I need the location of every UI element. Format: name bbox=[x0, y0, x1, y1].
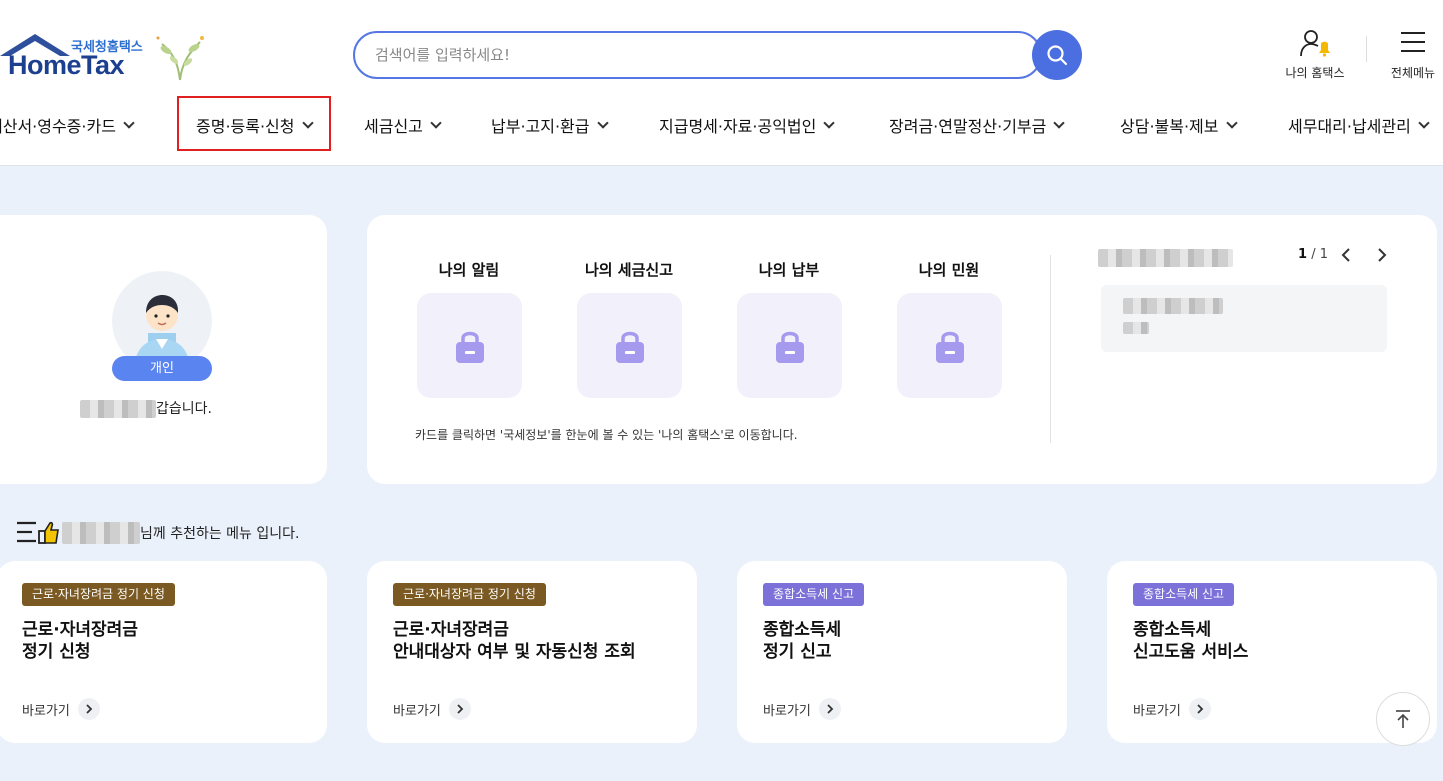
user-bell-icon bbox=[1300, 30, 1330, 57]
goto-label: 바로가기 bbox=[763, 703, 811, 719]
menu-card-incentive-apply[interactable]: 근로·자녀장려금 정기 신청 근로·자녀장려금 정기 신청 바로가기 bbox=[0, 561, 327, 743]
my-hometax-button[interactable]: 나의 홈택스 bbox=[1280, 28, 1350, 81]
nav-item-consult[interactable]: 상담·불복·제보 bbox=[1120, 100, 1238, 150]
chevron-down-icon bbox=[430, 116, 442, 129]
menu-title: 근로·자녀장려금 안내대상자 여부 및 자동신청 조회 bbox=[393, 620, 636, 662]
my-hometax-label: 나의 홈택스 bbox=[1285, 66, 1345, 80]
goto-link[interactable]: 바로가기 bbox=[393, 698, 471, 720]
menu-thumbs-up-icon bbox=[17, 521, 59, 544]
blurred-message-line bbox=[1123, 322, 1149, 334]
header: 국세청홈택스 HomeTax 나의 홈택스 전체메뉴 계산서·영수증·카드 증명… bbox=[0, 0, 1443, 166]
tile-label-tax-report: 나의 세금신고 bbox=[584, 261, 674, 279]
plant-decoration-icon bbox=[156, 36, 204, 81]
summary-notice: 카드를 클릭하면 '국세정보'를 한눈에 볼 수 있는 '나의 홈택스'로 이동… bbox=[415, 428, 798, 442]
lock-icon bbox=[935, 331, 964, 363]
profile-card: 개인 갑습니다. bbox=[0, 215, 327, 484]
util-divider bbox=[1366, 36, 1367, 62]
scroll-to-top-button[interactable] bbox=[1376, 692, 1430, 746]
chevron-right-icon bbox=[1188, 698, 1211, 720]
nav-item-agent[interactable]: 세무대리·납세관리 bbox=[1288, 100, 1430, 150]
nav-item-payment[interactable]: 납부·고지·환급 bbox=[491, 100, 609, 150]
recommend-title-text: 님께 추천하는 메뉴 입니다. bbox=[140, 526, 300, 542]
hometax-logo[interactable]: 국세청홈택스 HomeTax bbox=[0, 30, 215, 86]
nav-highlight-box bbox=[177, 96, 331, 151]
pager-current: 1 bbox=[1298, 247, 1308, 262]
menu-card-incentive-lookup[interactable]: 근로·자녀장려금 정기 신청 근로·자녀장려금 안내대상자 여부 및 자동신청 조… bbox=[367, 561, 697, 743]
search-button[interactable] bbox=[1032, 30, 1082, 80]
all-menu-label: 전체메뉴 bbox=[1390, 66, 1436, 80]
pager-total: / 1 bbox=[1311, 247, 1328, 262]
blurred-message-line bbox=[1123, 298, 1223, 314]
nav-item-label: 장려금·연말정산·기부금 bbox=[889, 117, 1047, 136]
goto-link[interactable]: 바로가기 bbox=[22, 698, 100, 720]
nav-item-label: 계산서·영수증·카드 bbox=[0, 117, 116, 136]
blurred-message-title bbox=[1098, 249, 1233, 267]
menu-tag: 근로·자녀장려금 정기 신청 bbox=[393, 583, 546, 606]
chevron-down-icon bbox=[1418, 116, 1430, 129]
menu-title: 종합소득세 신고도움 서비스 bbox=[1133, 620, 1249, 662]
menu-title: 종합소득세 정기 신고 bbox=[763, 620, 842, 662]
my-summary-card: 나의 알림 나의 세금신고 나의 납부 나의 민원 카드를 클릭하면 '국세정보… bbox=[367, 215, 1437, 484]
chevron-right-icon bbox=[77, 698, 100, 720]
goto-link[interactable]: 바로가기 bbox=[763, 698, 841, 720]
hamburger-menu-icon bbox=[1401, 32, 1425, 52]
nav-item-label: 납부·고지·환급 bbox=[491, 117, 590, 136]
nav-item-label: 지급명세·자료·공익법인 bbox=[659, 117, 817, 136]
greeting-suffix: 갑습니다. bbox=[156, 401, 212, 417]
menu-title: 근로·자녀장려금 정기 신청 bbox=[22, 620, 138, 662]
search-input[interactable] bbox=[355, 33, 955, 77]
chevron-right-icon bbox=[818, 698, 841, 720]
search-box bbox=[353, 31, 1042, 79]
chevron-right-icon bbox=[448, 698, 471, 720]
tile-notifications[interactable] bbox=[417, 293, 522, 398]
tile-label-civil: 나의 민원 bbox=[918, 261, 980, 279]
tile-payment[interactable] bbox=[737, 293, 842, 398]
chevron-left-icon[interactable] bbox=[1340, 247, 1352, 262]
nav-item-label: 세금신고 bbox=[364, 117, 423, 136]
tile-label-payment: 나의 납부 bbox=[758, 261, 820, 279]
nav-item-label: 상담·불복·제보 bbox=[1120, 117, 1219, 136]
message-pager: 1 / 1 bbox=[1298, 247, 1388, 262]
greeting-text: 갑습니다. bbox=[80, 398, 212, 418]
tile-label-notifications: 나의 알림 bbox=[438, 261, 500, 279]
tile-civil[interactable] bbox=[897, 293, 1002, 398]
lock-icon bbox=[615, 331, 644, 363]
chevron-down-icon bbox=[823, 116, 836, 129]
nav-item-statements[interactable]: 지급명세·자료·공익법인 bbox=[659, 100, 836, 150]
tile-tax-report[interactable] bbox=[577, 293, 682, 398]
lock-icon bbox=[775, 331, 804, 363]
nav-item-tax-report[interactable]: 세금신고 bbox=[364, 100, 442, 150]
goto-label: 바로가기 bbox=[22, 703, 70, 719]
blurred-user-name bbox=[80, 400, 156, 418]
goto-label: 바로가기 bbox=[393, 703, 441, 719]
nav-item-label: 세무대리·납세관리 bbox=[1288, 117, 1411, 136]
message-box[interactable] bbox=[1101, 285, 1387, 352]
lock-icon bbox=[455, 331, 484, 363]
chevron-down-icon bbox=[596, 116, 609, 129]
arrow-up-icon bbox=[1396, 710, 1410, 728]
blurred-user-name bbox=[62, 522, 140, 544]
recommend-title: 님께 추천하는 메뉴 입니다. bbox=[16, 517, 299, 549]
menu-tag: 종합소득세 신고 bbox=[1133, 583, 1235, 606]
menu-tag: 근로·자녀장려금 정기 신청 bbox=[22, 583, 175, 606]
all-menu-button[interactable]: 전체메뉴 bbox=[1383, 28, 1443, 81]
menu-card-income-tax-report[interactable]: 종합소득세 신고 종합소득세 정기 신고 바로가기 bbox=[737, 561, 1067, 743]
chevron-down-icon bbox=[1053, 116, 1066, 129]
vertical-divider bbox=[1050, 255, 1051, 443]
logo-title: HomeTax bbox=[8, 50, 125, 80]
chevron-right-icon[interactable] bbox=[1376, 247, 1388, 262]
chevron-down-icon bbox=[1225, 116, 1238, 129]
nav-item-incentive[interactable]: 장려금·연말정산·기부금 bbox=[889, 100, 1066, 150]
nav-item-invoice[interactable]: 계산서·영수증·카드 bbox=[0, 100, 135, 150]
goto-label: 바로가기 bbox=[1133, 703, 1181, 719]
user-type-badge: 개인 bbox=[112, 356, 212, 381]
goto-link[interactable]: 바로가기 bbox=[1133, 698, 1211, 720]
menu-tag: 종합소득세 신고 bbox=[763, 583, 865, 606]
chevron-down-icon bbox=[123, 116, 135, 129]
search-icon bbox=[1047, 45, 1068, 66]
